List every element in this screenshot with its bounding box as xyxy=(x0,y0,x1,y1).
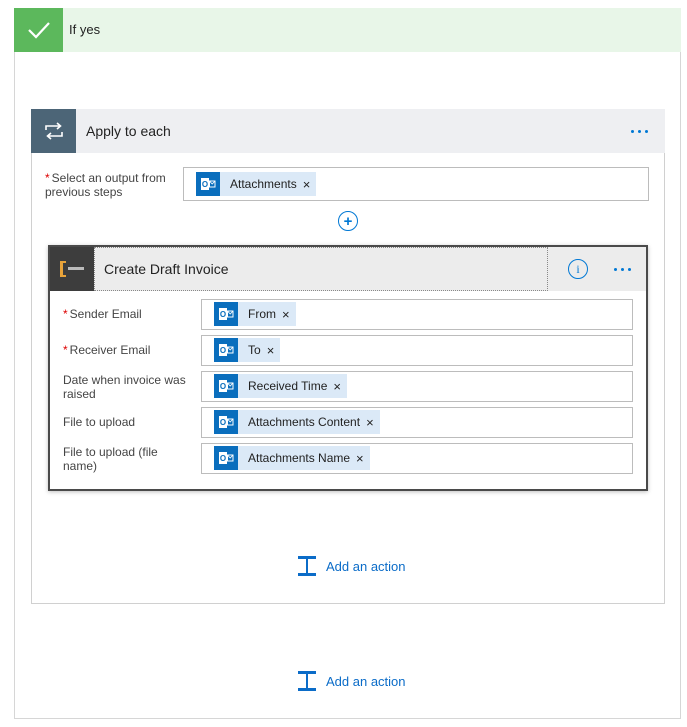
file-upload-label: File to upload xyxy=(63,415,136,429)
date-raised-field[interactable]: O Received Time × xyxy=(201,371,633,402)
svg-text:O: O xyxy=(220,346,226,355)
token-attachments-content[interactable]: O Attachments Content × xyxy=(214,410,380,434)
svg-text:O: O xyxy=(220,454,226,463)
remove-token-icon[interactable]: × xyxy=(356,452,364,465)
outlook-icon: O xyxy=(214,410,238,434)
outlook-icon: O xyxy=(214,446,238,470)
outlook-icon: O xyxy=(196,172,220,196)
file-upload-field[interactable]: O Attachments Content × xyxy=(201,407,633,438)
token-received-time[interactable]: O Received Time × xyxy=(214,374,347,398)
svg-text:O: O xyxy=(220,418,226,427)
add-action-icon xyxy=(298,671,316,691)
receiver-email-field[interactable]: O To × xyxy=(201,335,633,366)
draft-more-options-icon[interactable] xyxy=(614,268,631,271)
token-attachments[interactable]: O Attachments × xyxy=(196,172,317,196)
remove-token-icon[interactable]: × xyxy=(333,380,341,393)
add-action-button-outer[interactable]: Add an action xyxy=(296,670,406,692)
required-marker: * xyxy=(63,307,68,321)
svg-text:O: O xyxy=(220,310,226,319)
token-to[interactable]: O To × xyxy=(214,338,281,362)
if-yes-title: If yes xyxy=(69,22,101,37)
checkmark-icon xyxy=(14,8,63,52)
add-action-icon xyxy=(298,556,316,576)
svg-text:O: O xyxy=(220,382,226,391)
apply-more-options-icon[interactable] xyxy=(631,130,648,133)
token-from[interactable]: O From × xyxy=(214,302,296,326)
sender-email-field[interactable]: O From × xyxy=(201,299,633,330)
remove-token-icon[interactable]: × xyxy=(282,308,290,321)
sender-email-label: * Sender Email xyxy=(63,307,142,321)
select-output-field[interactable]: O Attachments × xyxy=(183,167,649,201)
loop-icon xyxy=(31,109,76,153)
file-upload-name-field[interactable]: O Attachments Name × xyxy=(201,443,633,474)
outlook-icon: O xyxy=(214,338,238,362)
zahara-logo-icon xyxy=(50,247,94,291)
token-attachments-name[interactable]: O Attachments Name × xyxy=(214,446,370,470)
add-action-button-inner[interactable]: Add an action xyxy=(296,555,406,577)
outlook-icon: O xyxy=(214,374,238,398)
required-marker: * xyxy=(63,343,68,357)
file-upload-name-label: File to upload (file name) xyxy=(63,445,158,473)
receiver-email-label: * Receiver Email xyxy=(63,343,151,357)
remove-token-icon[interactable]: × xyxy=(303,178,311,191)
required-marker: * xyxy=(45,171,50,185)
remove-token-icon[interactable]: × xyxy=(267,344,275,357)
outlook-icon: O xyxy=(214,302,238,326)
select-output-label: * Select an output from previous steps xyxy=(45,171,166,199)
apply-to-each-title: Apply to each xyxy=(86,123,171,139)
add-step-plus-icon[interactable]: + xyxy=(338,211,358,231)
info-icon[interactable]: i xyxy=(568,259,588,279)
if-yes-header[interactable] xyxy=(14,8,681,52)
remove-token-icon[interactable]: × xyxy=(366,416,374,429)
svg-text:O: O xyxy=(202,180,208,189)
date-raised-label: Date when invoice was raised xyxy=(63,373,186,401)
draft-invoice-title: Create Draft Invoice xyxy=(104,261,229,277)
